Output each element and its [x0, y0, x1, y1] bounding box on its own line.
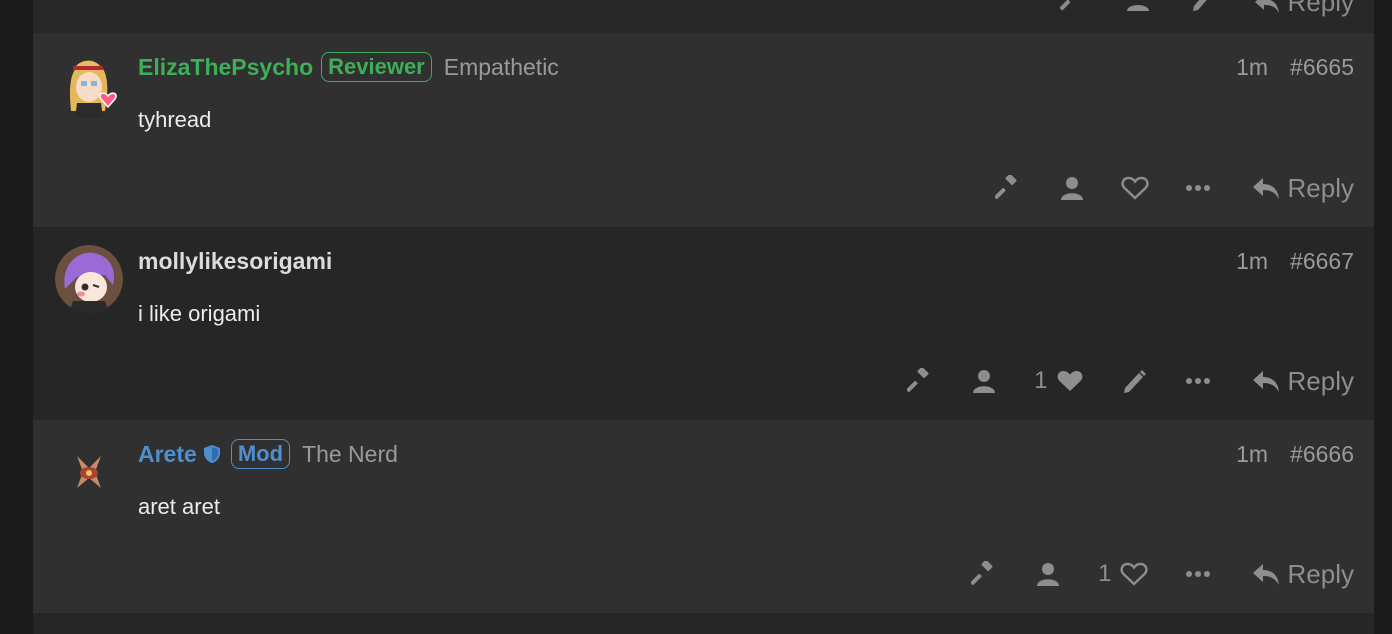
reply-icon	[1252, 371, 1279, 392]
username[interactable]: mollylikesorigami	[138, 248, 332, 275]
like-button[interactable]: 1	[1098, 557, 1148, 591]
role-badge: Mod	[230, 439, 291, 469]
shield-icon	[203, 444, 221, 464]
like-count: 1	[1098, 560, 1112, 587]
avatar[interactable]	[55, 438, 123, 506]
user-icon[interactable]	[970, 364, 998, 398]
previous-post-footer: Reply	[33, 0, 1374, 33]
reply-button[interactable]: Reply	[1252, 559, 1354, 590]
post-meta: 1m #6666	[1236, 438, 1354, 470]
post-6667: mollylikesorigami 1m #6667 i like origam…	[33, 227, 1374, 420]
user-title: Empathetic	[443, 53, 559, 80]
gavel-icon[interactable]	[970, 557, 998, 591]
post-number[interactable]: #6666	[1290, 441, 1354, 468]
left-gutter	[0, 0, 33, 634]
post-6665: ElizaThePsycho Reviewer Empathetic 1m #6…	[33, 33, 1374, 227]
gavel-icon[interactable]	[994, 171, 1022, 205]
reply-label: Reply	[1287, 558, 1354, 589]
post-header: Arete Mod The Nerd	[138, 438, 398, 470]
post-number[interactable]: #6667	[1290, 248, 1354, 275]
pencil-icon[interactable]	[1120, 364, 1148, 398]
gavel-icon[interactable]	[1059, 0, 1086, 19]
post-body: aret aret	[138, 494, 220, 519]
reply-button[interactable]: Reply	[1252, 173, 1354, 204]
reply-label: Reply	[1287, 172, 1354, 203]
avatar[interactable]	[55, 51, 123, 119]
previous-post-actions: Reply	[1059, 0, 1354, 19]
user-icon[interactable]	[1126, 0, 1150, 19]
reply-icon	[1252, 178, 1279, 199]
user-title: The Nerd	[302, 440, 398, 467]
next-post-edge	[33, 613, 1374, 634]
heart-icon	[1119, 562, 1148, 586]
post-number[interactable]: #6665	[1290, 54, 1354, 81]
username[interactable]: Arete	[138, 441, 197, 468]
post-actions: 1 Reply	[906, 364, 1354, 398]
post-time[interactable]: 1m	[1236, 248, 1268, 275]
post-time[interactable]: 1m	[1236, 441, 1268, 468]
post-meta: 1m #6667	[1236, 245, 1354, 277]
post-body: tyhread	[138, 107, 212, 132]
pencil-icon[interactable]	[1190, 0, 1214, 19]
reply-button[interactable]: Reply	[1252, 366, 1354, 397]
heart-filled-icon	[1057, 370, 1082, 391]
more-icon[interactable]	[1184, 171, 1212, 205]
more-icon[interactable]	[1184, 364, 1212, 398]
user-icon[interactable]	[1058, 171, 1086, 205]
post-actions: 1 Reply	[970, 557, 1354, 591]
post-body: i like origami	[138, 301, 261, 326]
reply-icon	[1252, 564, 1279, 585]
username[interactable]: ElizaThePsycho	[138, 54, 313, 81]
like-button[interactable]: 1	[1034, 364, 1083, 398]
post-header: ElizaThePsycho Reviewer Empathetic	[138, 51, 559, 83]
post-time[interactable]: 1m	[1236, 54, 1268, 81]
post-actions: Reply	[994, 171, 1354, 205]
user-icon[interactable]	[1034, 557, 1062, 591]
heart-icon[interactable]	[1120, 171, 1150, 205]
post-header: mollylikesorigami	[138, 245, 332, 277]
like-count: 1	[1034, 367, 1048, 394]
reply-label: Reply	[1287, 365, 1354, 396]
right-gutter	[1374, 0, 1392, 634]
post-6666: Arete Mod The Nerd 1m #6666 aret aret 1 …	[33, 420, 1374, 613]
reply-button[interactable]: Reply	[1254, 0, 1354, 18]
reply-label: Reply	[1287, 0, 1354, 17]
post-meta: 1m #6665	[1236, 51, 1354, 83]
more-icon[interactable]	[1184, 557, 1212, 591]
avatar[interactable]	[55, 245, 123, 313]
role-badge: Reviewer	[321, 52, 432, 82]
gavel-icon[interactable]	[906, 364, 934, 398]
